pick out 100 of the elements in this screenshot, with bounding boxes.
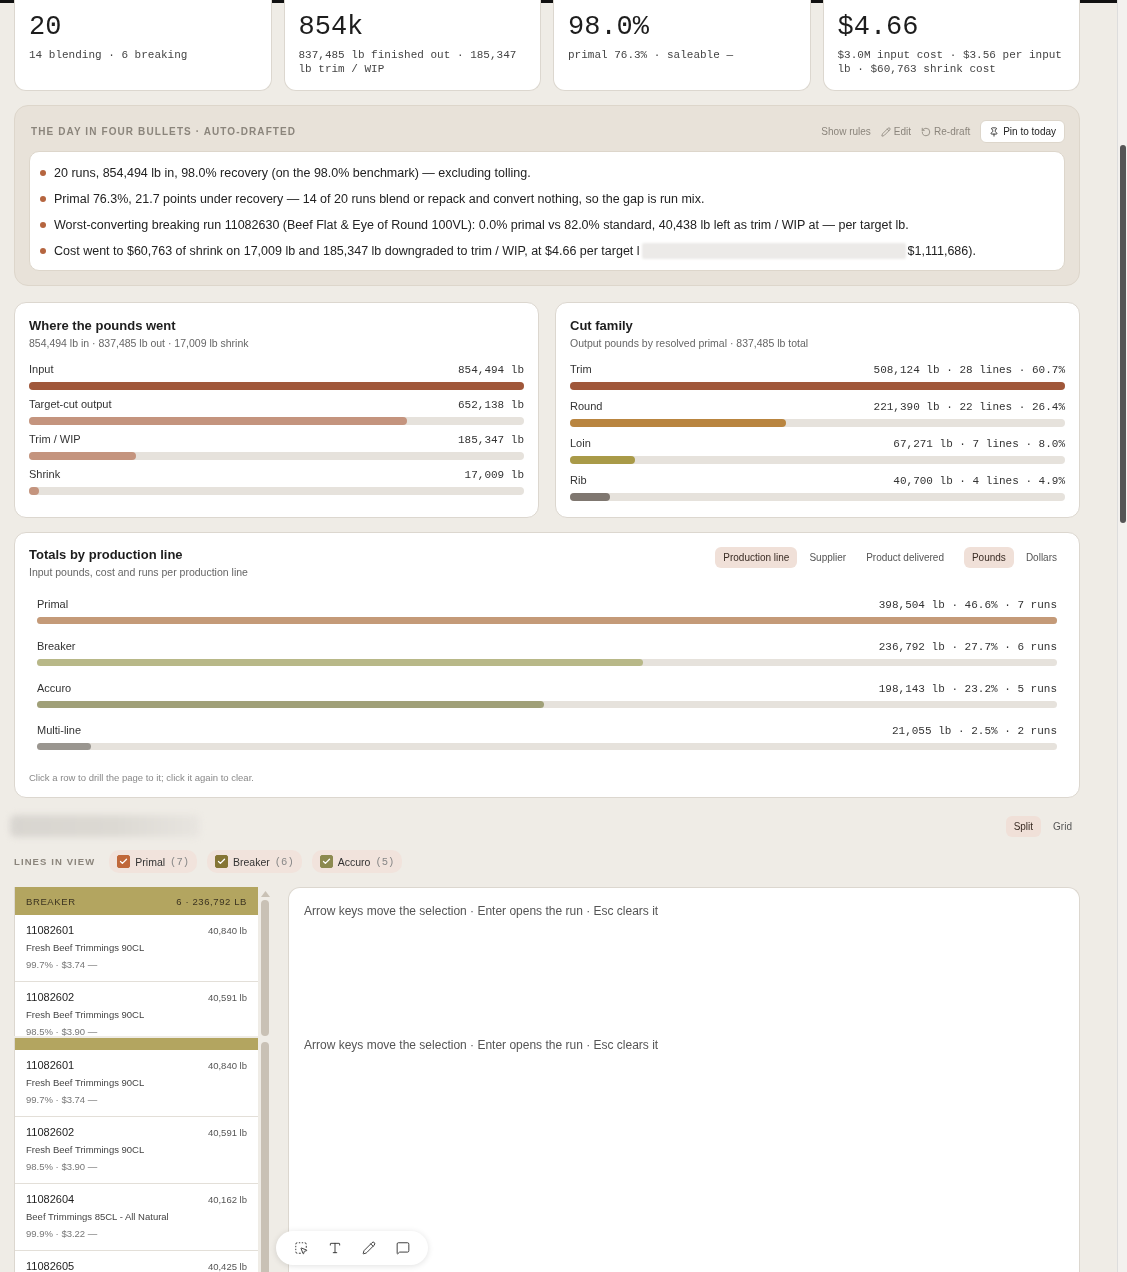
line-name: Primal — [135, 855, 166, 868]
bar-value: 198,143 lb · 23.2% · 5 runs — [878, 683, 1057, 695]
run-id: 11082605 — [26, 1260, 75, 1272]
stat-detail: primal 76.3% · saleable — — [568, 48, 735, 62]
checkbox[interactable] — [319, 855, 333, 868]
checkbox[interactable] — [117, 855, 131, 868]
line-filter-chip[interactable]: Accuro (5) — [311, 850, 403, 873]
check-icon — [217, 857, 226, 866]
comment-icon — [396, 1241, 410, 1255]
line-count: (7) — [170, 855, 189, 868]
layout-tab[interactable]: Split — [1005, 815, 1042, 837]
run-weight: 40,162 lb — [207, 1194, 247, 1206]
bullet-dot — [40, 196, 46, 202]
checkbox[interactable] — [215, 855, 228, 868]
run-weight: 40,840 lb — [207, 925, 247, 936]
bar-label: Target-cut output — [29, 398, 112, 410]
group-by-tab[interactable]: Product delivered — [858, 547, 952, 568]
stat-value: 854k — [298, 12, 365, 42]
check-icon — [119, 857, 129, 866]
stat-value: 98.0% — [568, 12, 650, 42]
bar-value: 185,347 lb — [458, 434, 524, 446]
card-subtitle: Output pounds by resolved primal · 837,485 lb total — [570, 337, 810, 349]
run-product: Fresh Beef Trimmings 90CL — [26, 942, 146, 953]
bullet-dot — [40, 170, 46, 176]
run-meta: 98.5% · $3.90 — — [26, 1026, 99, 1037]
run-product: Beef Trimmings 85CL - All Natural — [26, 1211, 170, 1223]
run-weight: 40,840 lb — [207, 1060, 247, 1072]
pencil-icon — [880, 126, 891, 137]
bar-track[interactable] — [37, 701, 1057, 708]
run-product: Fresh Beef Trimmings 90CL — [26, 1009, 146, 1020]
card-subtitle: Input pounds, cost and runs per production line — [29, 566, 248, 578]
stat-detail: 837,485 lb finished out · 185,347 lb trim / WIP — [298, 48, 518, 76]
footnote: Click a row to drill the page to it; click it again to clear. — [29, 772, 255, 783]
bar-value: 40,700 lb · 4 lines · 4.9% — [893, 475, 1065, 487]
stat-value: $4.66 — [837, 12, 920, 42]
card-subtitle: 854,494 lb in · 837,485 lb out · 17,009 lb shrink — [29, 337, 250, 349]
bar-value: 398,504 lb · 46.6% · 7 runs — [878, 599, 1057, 611]
run-id: 11082601 — [26, 1059, 75, 1072]
bar-value: 854,494 lb — [458, 364, 524, 376]
bar-value: 17,009 lb — [464, 469, 524, 481]
group-by-tab[interactable]: Production line — [715, 547, 798, 568]
line-filter-chip[interactable]: Primal (7) — [109, 850, 197, 873]
bar-label: Trim — [570, 363, 592, 375]
keyboard-hint: Arrow keys move the selection · Enter opens the run · Esc clears it — [304, 904, 660, 918]
bar-label: Input — [29, 363, 54, 375]
filter-label: LINES IN VIEW — [14, 856, 96, 867]
run-id: 11082601 — [26, 924, 75, 936]
pencil-icon — [362, 1241, 376, 1255]
group-summary: 6 · 236,792 LB — [176, 895, 247, 907]
bullet-text: Cost went to $60,763 of shrink on 17,009 lb and 185,347 lb downgraded to trim / WIP, at $4.66 per target l $1,111,686). — [54, 243, 976, 259]
group-name: BREAKER — [26, 895, 76, 907]
check-icon — [321, 857, 331, 866]
bar-label: Primal — [37, 598, 69, 610]
bar-track[interactable] — [37, 743, 1057, 750]
run-id: 11082602 — [26, 1126, 75, 1139]
bullet-text: 20 runs, 854,494 lb in, 98.0% recovery (on the 98.0% benchmark) — excluding tolling. — [54, 166, 531, 180]
run-id: 11082604 — [26, 1193, 75, 1206]
card-title: Cut family — [570, 318, 634, 333]
bar-value: 652,138 lb — [458, 399, 524, 411]
bullet-text: Primal 76.3%, 21.7 points under recovery — 14 of 20 runs blend or repack and convert nothing, so the gap is run mix. — [54, 192, 705, 206]
stat-value: 20 — [29, 12, 63, 42]
bar-label: Shrink — [29, 468, 61, 480]
run-weight: 40,591 lb — [207, 992, 247, 1003]
stat-detail: 14 blending · 6 breaking — [29, 48, 189, 62]
measure-tab[interactable]: Pounds — [963, 547, 1014, 568]
bar-value: 221,390 lb · 22 lines · 26.4% — [873, 401, 1065, 413]
bar-label: Loin — [570, 437, 591, 449]
line-filter-chip[interactable]: Breaker (6) — [207, 850, 302, 873]
bar-track[interactable] — [37, 659, 1057, 666]
pin-icon — [989, 126, 1000, 137]
bar-label: Breaker — [37, 640, 76, 652]
panel-title: THE DAY IN FOUR BULLETS · AUTO-DRAFTED — [31, 126, 297, 137]
layout-tab[interactable]: Grid — [1045, 815, 1080, 837]
line-name: Breaker — [233, 855, 270, 868]
card-title: Totals by production line — [29, 547, 184, 562]
keyboard-hint: Arrow keys move the selection · Enter opens the run · Esc clears it — [304, 1038, 660, 1052]
bar-value: 21,055 lb · 2.5% · 2 runs — [891, 725, 1057, 737]
selection-icon — [294, 1241, 308, 1255]
run-meta: 99.9% · $3.22 — — [26, 1228, 99, 1240]
bar-value: 508,124 lb · 28 lines · 60.7% — [873, 364, 1065, 376]
card-title: Where the pounds went — [29, 318, 177, 333]
bar-value: 236,792 lb · 27.7% · 6 runs — [878, 641, 1057, 653]
bullet-dot — [40, 222, 46, 228]
group-by-tab[interactable]: Supplier — [801, 547, 855, 568]
measure-tab[interactable]: Dollars — [1017, 547, 1065, 568]
browser-scrollbar[interactable] — [1117, 0, 1127, 1272]
line-count: (6) — [274, 855, 294, 868]
bullet-dot — [40, 248, 46, 254]
run-id: 11082602 — [26, 991, 75, 1003]
run-meta: 99.7% · $3.74 — — [26, 1094, 99, 1106]
run-meta: 99.7% · $3.74 — — [26, 959, 99, 970]
rotate-icon — [921, 126, 932, 137]
run-weight: 40,425 lb — [207, 1261, 247, 1272]
bullet-text: Worst-converting breaking run 11082630 (Beef Flat & Eye of Round 100VL): 0.0% primal vs 82.0% standard, 40,438 lb left as trim / WIP at — per target lb. — [54, 218, 909, 232]
run-weight: 40,591 lb — [207, 1127, 247, 1139]
run-meta: 98.5% · $3.90 — — [26, 1161, 99, 1173]
pin-button[interactable]: Pin to today — [980, 120, 1065, 143]
bar-label: Multi-line — [37, 724, 81, 736]
run-product: Fresh Beef Trimmings 90CL — [26, 1077, 146, 1089]
stat-detail: $3.0M input cost · $3.56 per input lb · $60,763 shrink cost — [837, 48, 1063, 76]
